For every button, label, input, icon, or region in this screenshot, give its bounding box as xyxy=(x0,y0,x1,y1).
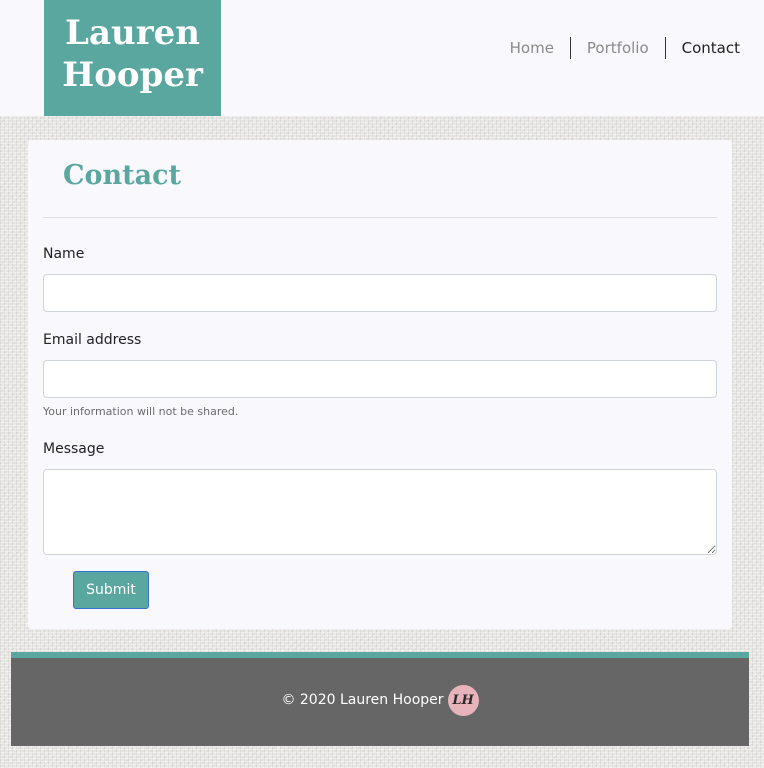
email-help-text: Your information will not be shared. xyxy=(43,405,239,418)
email-label: Email address xyxy=(43,332,142,348)
title-divider xyxy=(43,217,717,218)
name-input[interactable] xyxy=(43,274,717,312)
footer-content: © 2020 Lauren Hooper LH xyxy=(11,684,749,716)
lh-logo-badge: LH xyxy=(447,684,479,716)
brand-logo[interactable]: Lauren Hooper xyxy=(44,0,221,116)
email-input[interactable] xyxy=(43,360,717,398)
brand-first-name: Lauren xyxy=(65,13,200,53)
nav-link-home[interactable]: Home xyxy=(494,37,570,59)
contact-card: Contact Name Email address Your informat… xyxy=(28,140,732,629)
site-footer: © 2020 Lauren Hooper LH xyxy=(11,652,749,746)
brand-last-name: Hooper xyxy=(62,55,203,95)
site-header: Lauren Hooper Home Portfolio Contact xyxy=(0,0,764,116)
main-nav: Home Portfolio Contact xyxy=(494,37,740,59)
page-title: Contact xyxy=(63,160,182,191)
nav-link-portfolio[interactable]: Portfolio xyxy=(571,37,665,59)
submit-button[interactable]: Submit xyxy=(73,571,149,609)
name-label: Name xyxy=(43,246,85,262)
message-textarea[interactable] xyxy=(43,469,717,555)
nav-link-contact[interactable]: Contact xyxy=(666,37,740,59)
copyright-text: © 2020 Lauren Hooper xyxy=(281,692,444,708)
message-label: Message xyxy=(43,441,105,457)
